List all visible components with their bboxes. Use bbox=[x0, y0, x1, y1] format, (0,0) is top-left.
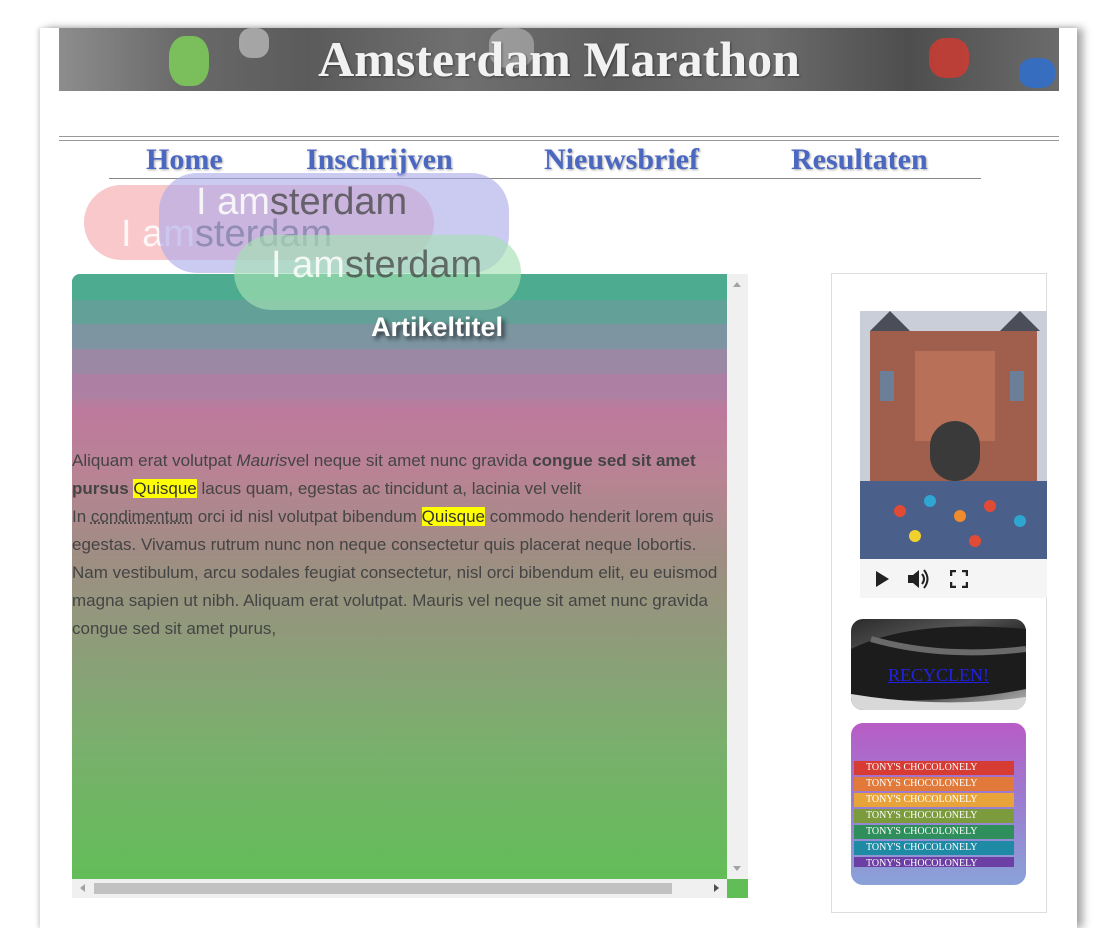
highlight-text: Quisque bbox=[421, 507, 485, 526]
text-span: vel neque sit amet nunc gravida bbox=[287, 451, 533, 470]
recycle-link[interactable]: RECYCLEN! bbox=[851, 665, 1026, 686]
video-controls bbox=[860, 559, 1047, 598]
chocolate-bar: TONY'S CHOCOLONELY bbox=[854, 809, 1014, 823]
nav-resultaten[interactable]: Resultaten bbox=[791, 140, 928, 180]
video-player[interactable] bbox=[860, 311, 1047, 598]
recycle-card: RECYCLEN! bbox=[851, 619, 1026, 710]
abbreviation[interactable]: condimentum bbox=[91, 507, 193, 526]
text-span: In bbox=[72, 507, 91, 526]
video-frame[interactable] bbox=[860, 311, 1047, 559]
chocolate-bar: TONY'S CHOCOLONELY bbox=[854, 825, 1014, 839]
text-span: commodo henderit lorem quis egestas. Viv… bbox=[72, 507, 718, 638]
pill-text-light: I am bbox=[271, 244, 345, 286]
fullscreen-icon[interactable] bbox=[950, 570, 968, 588]
article-panel[interactable]: Artikeltitel Aliquam erat volutpat Mauri… bbox=[72, 274, 748, 898]
article-body: Aliquam erat volutpat Maurisvel neque si… bbox=[72, 447, 727, 643]
scroll-up-icon[interactable] bbox=[733, 282, 741, 287]
vertical-scrollbar[interactable] bbox=[727, 274, 748, 879]
banner: Amsterdam Marathon bbox=[59, 28, 1059, 91]
chocolate-bar: TONY'S CHOCOLONELY bbox=[854, 841, 1014, 855]
text-span: Aliquam erat volutpat bbox=[72, 451, 237, 470]
pill-text-dark: sterdam bbox=[269, 181, 408, 223]
text-span: orci id nisl volutpat bibendum bbox=[192, 507, 422, 526]
scrollbar-thumb[interactable] bbox=[94, 883, 672, 894]
i-amsterdam-pill-green: I amsterdam bbox=[234, 235, 521, 310]
chocolate-bar: TONY'S CHOCOLONELY bbox=[854, 793, 1014, 807]
scroll-left-icon[interactable] bbox=[80, 884, 85, 892]
text-span: lacus quam, egestas ac tincidunt a, laci… bbox=[196, 479, 582, 498]
highlight-text: Quisque bbox=[133, 479, 197, 498]
scroll-down-icon[interactable] bbox=[733, 866, 741, 871]
pill-text-dark: sterdam bbox=[344, 244, 483, 286]
scroll-right-icon[interactable] bbox=[714, 884, 719, 892]
chocolate-bar: TONY'S CHOCOLONELY bbox=[854, 777, 1014, 791]
chocolate-card: TONY'S CHOCOLONELY TONY'S CHOCOLONELY TO… bbox=[851, 723, 1026, 885]
site-title: Amsterdam Marathon bbox=[318, 31, 800, 87]
article-title: Artikeltitel bbox=[370, 312, 504, 342]
volume-icon[interactable] bbox=[907, 568, 931, 590]
rijksmuseum-image bbox=[860, 311, 1047, 559]
chocolate-bar: TONY'S CHOCOLONELY bbox=[854, 761, 1014, 775]
play-icon[interactable] bbox=[874, 570, 890, 588]
pill-text-light: I am bbox=[196, 181, 270, 223]
emphasis-text: Mauris bbox=[236, 451, 288, 470]
horizontal-scrollbar[interactable] bbox=[72, 879, 727, 898]
nav-nieuwsbrief[interactable]: Nieuwsbrief bbox=[544, 140, 699, 180]
chocolate-bar: TONY'S CHOCOLONELY bbox=[854, 857, 1014, 867]
